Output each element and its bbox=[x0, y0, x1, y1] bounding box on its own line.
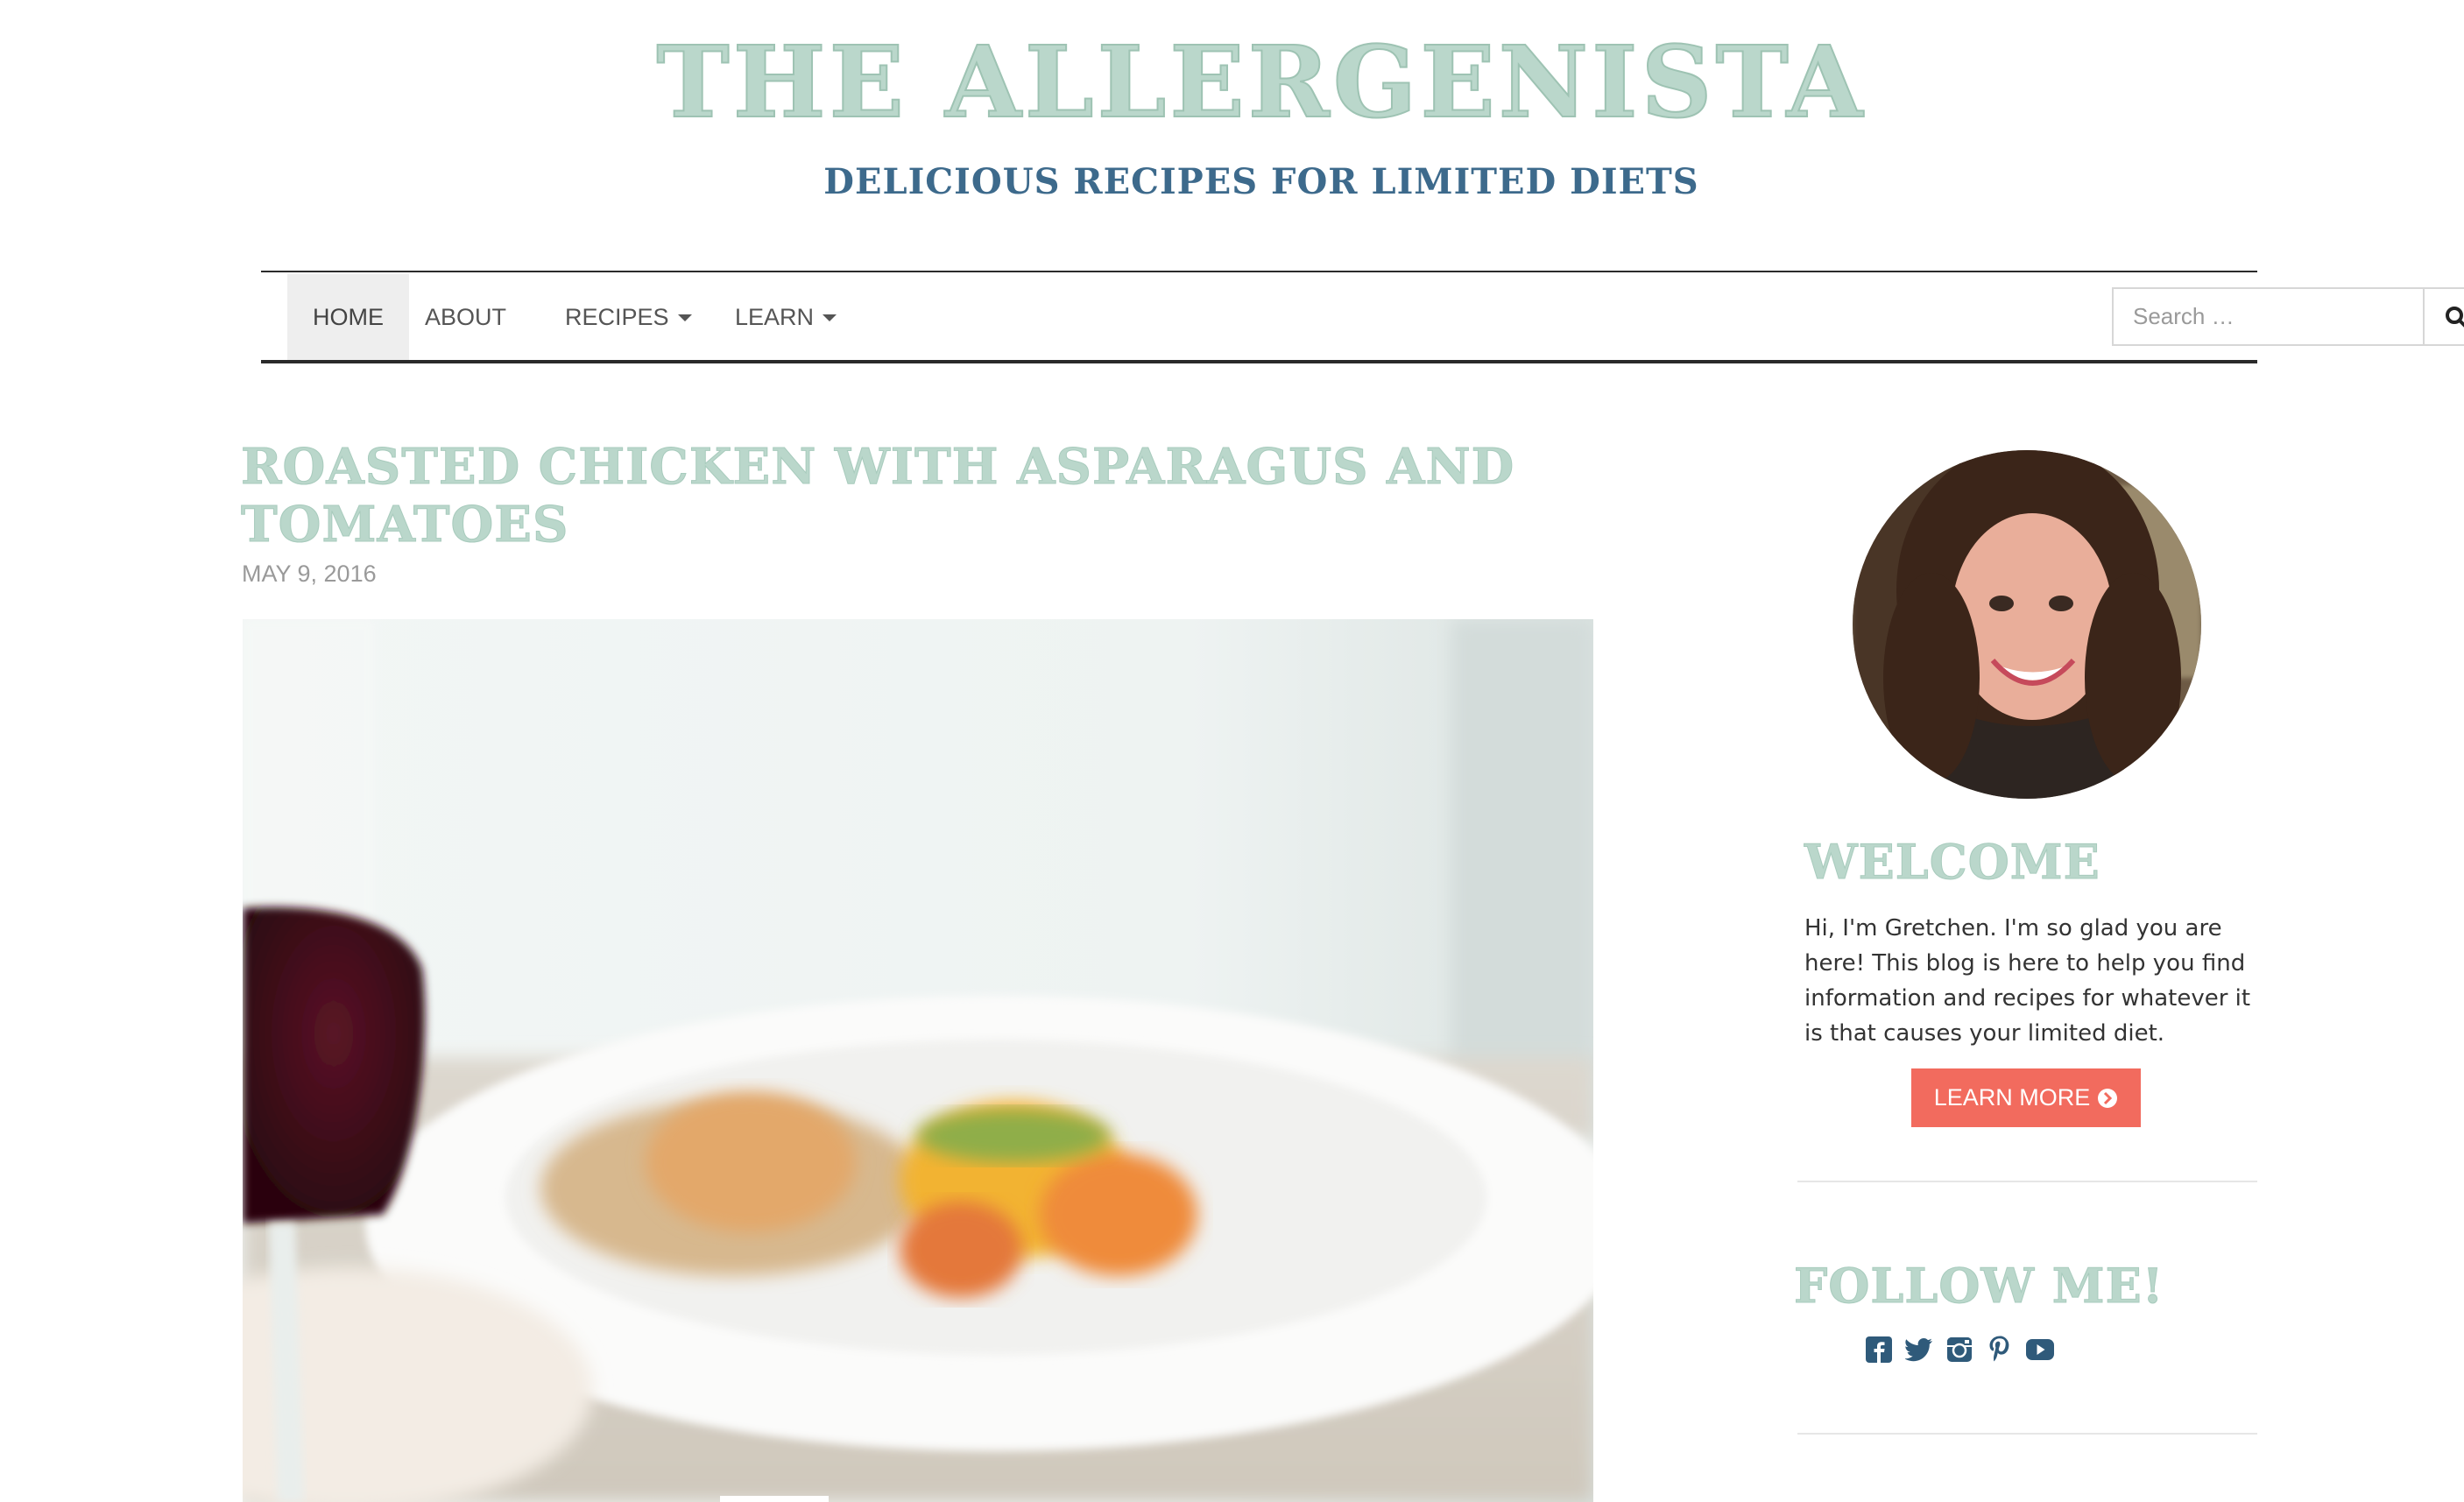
author-avatar bbox=[1853, 450, 2201, 799]
nav-item-learn[interactable]: LEARN bbox=[710, 274, 862, 360]
welcome-text: Hi, I'm Gretchen. I'm so glad you are he… bbox=[1804, 915, 2251, 1047]
search-icon bbox=[2446, 306, 2464, 328]
welcome-title: WELCOME bbox=[1804, 834, 2100, 891]
nav-item-home[interactable]: HOME bbox=[287, 274, 409, 360]
learn-more-label: LEARN MORE bbox=[1933, 1084, 2091, 1111]
sidebar-divider bbox=[1797, 1181, 2257, 1182]
instagram-icon[interactable] bbox=[1945, 1335, 1974, 1364]
search-input[interactable] bbox=[2112, 287, 2425, 346]
chevron-down-icon bbox=[677, 314, 692, 321]
sidebar-divider bbox=[1797, 1433, 2257, 1435]
site-tagline: DELICIOUS RECIPES FOR LIMITED DIETS bbox=[823, 161, 1699, 202]
facebook-icon bbox=[1866, 1336, 1892, 1363]
arrow-circle-right-icon bbox=[2098, 1088, 2118, 1108]
author-photo bbox=[1853, 450, 2201, 799]
learn-more-button[interactable]: LEARN MORE bbox=[1911, 1068, 2141, 1127]
instagram-icon bbox=[1947, 1337, 1972, 1362]
nav-item-about[interactable]: ABOUT bbox=[399, 274, 532, 360]
search-button[interactable] bbox=[2423, 287, 2464, 346]
nav-item-label: ABOUT bbox=[425, 304, 507, 330]
site-title[interactable]: THE ALLERGENISTA bbox=[0, 25, 2464, 141]
nav-item-label: LEARN bbox=[735, 304, 815, 330]
pinterest-icon bbox=[1989, 1336, 2009, 1362]
nav-item-recipes[interactable]: RECIPES bbox=[540, 274, 717, 360]
pinterest-icon[interactable] bbox=[1985, 1335, 2015, 1364]
follow-title: FOLLOW ME! bbox=[1793, 1258, 2164, 1315]
nav-item-label: HOME bbox=[313, 304, 384, 330]
youtube-icon bbox=[2026, 1339, 2054, 1360]
chevron-down-icon bbox=[823, 314, 837, 321]
post-featured-image[interactable] bbox=[243, 619, 1593, 1502]
food-photo bbox=[243, 619, 1593, 1502]
twitter-icon[interactable] bbox=[1904, 1335, 1934, 1364]
nav-item-label: RECIPES bbox=[565, 304, 669, 330]
twitter-icon bbox=[1905, 1338, 1932, 1362]
post-date: MAY 9, 2016 bbox=[242, 561, 377, 587]
facebook-icon[interactable] bbox=[1864, 1335, 1894, 1364]
main-navigation: HOME ABOUT RECIPES LEARN bbox=[261, 271, 2464, 363]
youtube-icon[interactable] bbox=[2025, 1335, 2055, 1364]
post-title[interactable]: ROASTED CHICKEN WITH ASPARAGUS AND TOMAT… bbox=[241, 438, 1625, 554]
